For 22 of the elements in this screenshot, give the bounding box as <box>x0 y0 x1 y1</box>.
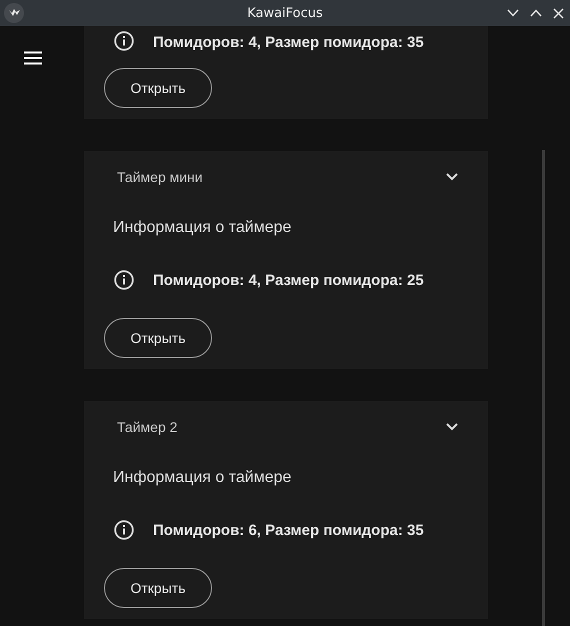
info-icon <box>114 31 134 51</box>
chevron-down-icon[interactable] <box>446 173 458 181</box>
info-icon <box>114 520 134 540</box>
window-title: KawaiFocus <box>246 6 324 20</box>
menu-icon[interactable] <box>24 51 42 65</box>
card-title: Таймер 2 <box>117 419 178 435</box>
open-button[interactable]: Открыть <box>104 318 212 358</box>
info-heading: Информация о таймере <box>113 469 292 487</box>
chevron-down-icon[interactable] <box>446 423 458 431</box>
minimize-icon[interactable] <box>507 9 519 17</box>
timer-info: Помидоров: 4, Размер помидора: 35 <box>153 34 424 51</box>
app-logo-icon <box>4 3 24 23</box>
timer-info: Помидоров: 4, Размер помидора: 25 <box>153 272 424 288</box>
timer-info: Помидоров: 6, Размер помидора: 35 <box>153 522 424 538</box>
info-heading: Информация о таймере <box>113 219 292 237</box>
scrollbar[interactable] <box>542 150 545 626</box>
close-icon[interactable] <box>553 8 564 18</box>
info-icon <box>114 270 134 290</box>
open-button[interactable]: Открыть <box>104 568 212 608</box>
open-button[interactable]: Открыть <box>104 68 212 108</box>
maximize-icon[interactable] <box>530 9 542 17</box>
card-title: Таймер мини <box>117 169 203 185</box>
